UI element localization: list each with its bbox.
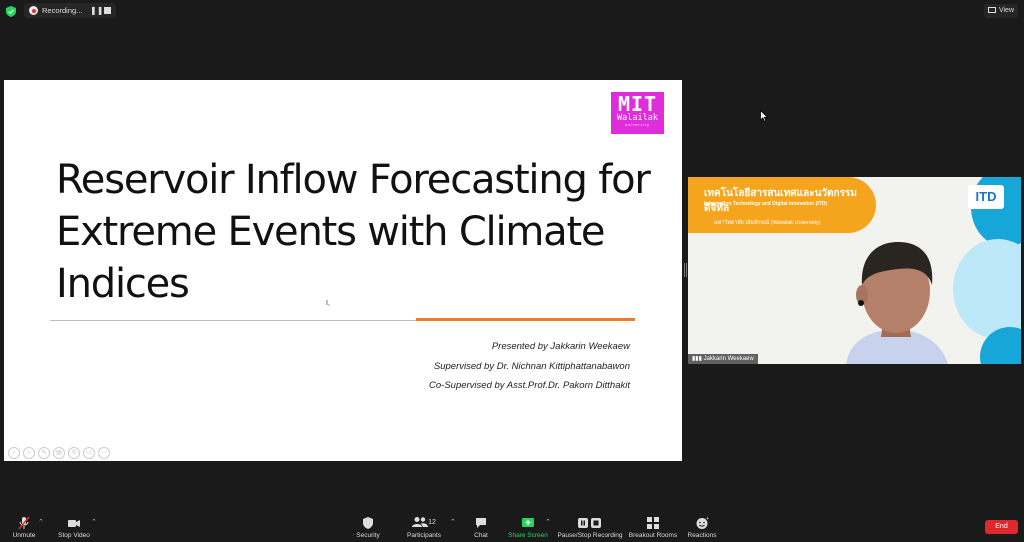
audio-options-icon[interactable]: ⌃ [38,518,44,526]
video-camera-icon [68,520,80,527]
participants-button[interactable]: 12 Participants [405,516,443,539]
itd-logo: ITD [968,185,1004,209]
reactions-smiley-icon: + [696,516,709,529]
security-shield-icon [363,517,373,529]
security-label: Security [356,532,380,539]
stop-video-label: Stop Video [58,532,90,539]
logo-line-3: university [625,123,650,127]
mouse-pointer-icon [760,110,768,122]
participant-person [846,241,948,364]
title-line-3: Indices [56,261,190,307]
signal-bars-icon: ▮▮▮ [692,356,704,362]
pause-stop-recording-icon [578,518,601,528]
text-cursor: I, [326,300,330,307]
share-screen-button[interactable]: Share Screen [506,516,550,539]
recording-dot-icon [29,6,38,15]
svg-text:+: + [706,516,709,522]
grid-view-icon [987,7,996,13]
resize-handle[interactable] [684,263,687,277]
participants-options-icon[interactable]: ⌃ [450,518,456,526]
breakout-rooms-label: Breakout Rooms [628,532,678,539]
logo-line-2: Walailak [617,113,658,123]
banner-english-title: Information Technology and Digital Innov… [704,201,827,207]
decor-circle [953,239,1021,339]
pause-recording-icon[interactable]: ❚❚ [90,3,103,18]
slide-credits: Presented by Jakkarin Weekaew Supervised… [429,337,630,396]
participants-icon: 12 [409,516,439,530]
divider-gray [50,320,416,321]
title-line-2: Extreme Events with Climate [56,209,606,255]
slide-toolbar: ‹ › ✎ ▤ ⚲ ▭ ⋯ [8,447,110,459]
stop-video-button[interactable]: Stop Video [55,516,93,539]
view-label: View [998,7,1014,14]
unmute-button[interactable]: Unmute [10,516,38,539]
security-button[interactable]: Security [353,516,383,539]
mit-walailak-logo: MIT Walailak university [611,92,664,134]
chat-label: Chat [474,532,488,539]
supervised-by: Supervised by Dr. Nichnan Kittiphattanab… [433,360,630,372]
view-button[interactable]: View [983,4,1018,18]
participants-count: 12 [428,519,436,526]
top-bar: Recording... ❚❚ View [0,0,1024,22]
stop-recording-icon[interactable] [104,7,111,14]
co-supervised-by: Co-Supervised by Asst.Prof.Dr. Pakorn Di… [429,380,630,391]
chat-bubble-icon [476,518,486,528]
slides-icon[interactable]: ▤ [53,447,65,459]
participants-label: Participants [407,532,441,539]
encryption-shield-icon[interactable] [6,6,16,17]
breakout-rooms-button[interactable]: Breakout Rooms [628,516,678,539]
breakout-rooms-icon [647,517,659,529]
banner-university: มหาวิทยาลัยวลัยลักษณ์ (Walailak Universi… [714,220,821,226]
share-screen-label: Share Screen [508,532,548,539]
participant-video[interactable]: เทคโนโลยีสารสนเทศและนวัตกรรมดิจิทัล Info… [688,177,1021,364]
prev-slide-icon[interactable]: ‹ [8,447,20,459]
video-options-icon[interactable]: ⌃ [91,518,97,526]
unmute-label: Unmute [12,532,36,539]
presented-by: Presented by Jakkarin Weekaew [491,341,630,352]
end-meeting-button[interactable]: End [985,520,1018,534]
shared-slide: MIT Walailak university Reservoir Inflow… [4,80,682,461]
share-screen-icon [522,518,534,527]
participant-name: Jakkarin Weekaew [703,356,754,362]
recording-indicator: Recording... ❚❚ [24,3,116,18]
zoom-icon[interactable]: ⚲ [68,447,80,459]
more-options-icon[interactable]: ⋯ [98,447,110,459]
chat-button[interactable]: Chat [470,516,492,539]
microphone-muted-icon [18,516,30,530]
virtual-background-banner: เทคโนโลยีสารสนเทศและนวัตกรรมดิจิทัล Info… [688,177,876,233]
share-options-icon[interactable]: ⌃ [545,518,551,526]
pause-stop-recording-button[interactable]: Pause/Stop Recording [557,516,623,539]
pause-stop-recording-label: Pause/Stop Recording [557,532,623,539]
pen-icon[interactable]: ✎ [38,447,50,459]
logo-line-1: MIT [617,92,658,116]
participant-name-tag: ▮▮▮ Jakkarin Weekaew [688,354,758,364]
reactions-button[interactable]: + Reactions [686,516,718,539]
recording-label: Recording... [42,6,83,15]
slide-title: Reservoir Inflow Forecasting for Extreme… [56,154,656,310]
title-line-1: Reservoir Inflow Forecasting for [56,157,651,203]
next-slide-icon[interactable]: › [23,447,35,459]
divider-accent [416,318,635,321]
meeting-toolbar: Unmute ⌃ Stop Video ⌃ Security 12 Partic… [0,510,1024,542]
subtitles-icon[interactable]: ▭ [83,447,95,459]
reactions-label: Reactions [687,532,717,539]
